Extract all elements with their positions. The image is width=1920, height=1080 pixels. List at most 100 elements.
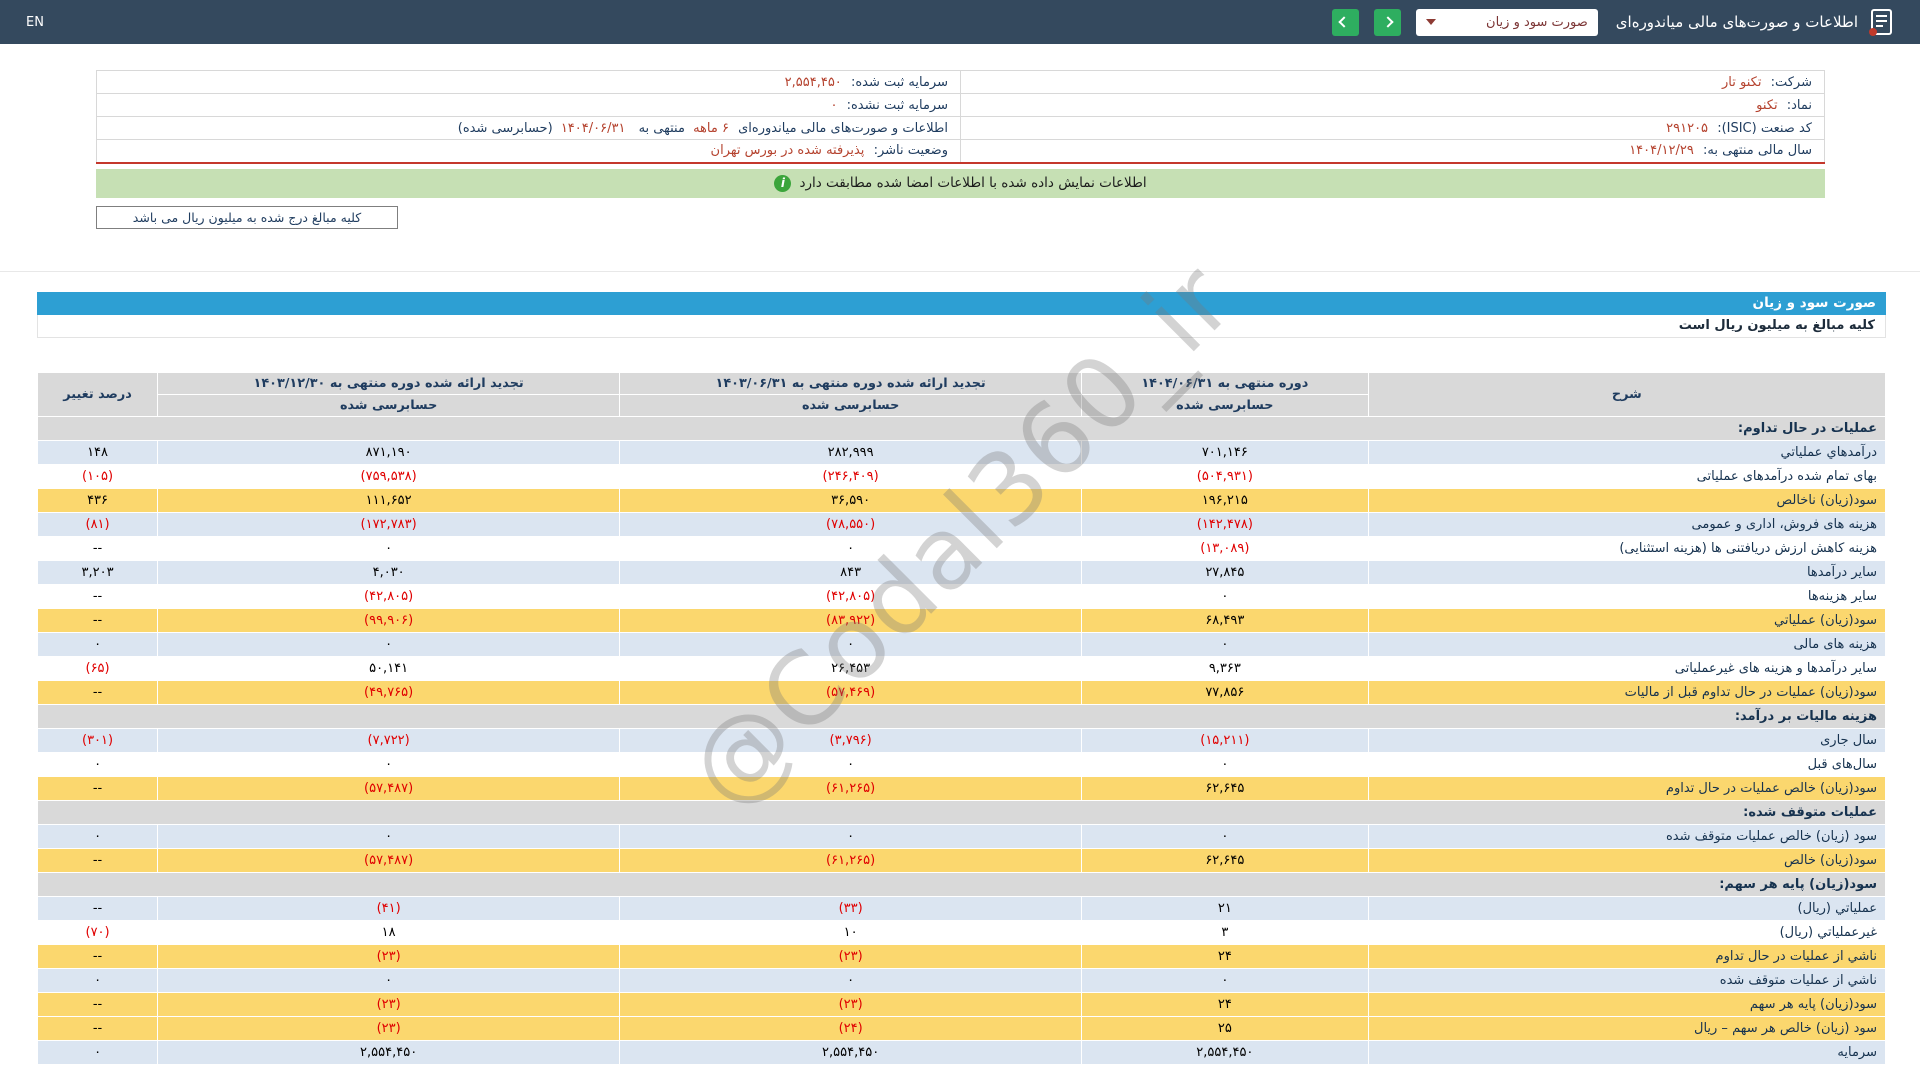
row-description: سرمایه — [1368, 1040, 1885, 1064]
ticker-value: تکنو — [1756, 98, 1777, 113]
fiscal-year-label: سال مالی منتهی به: — [1703, 143, 1812, 158]
table-row: ناشي از عملیات در حال تداوم ۲۴ (۲۳) (۲۳)… — [38, 944, 1886, 968]
info-circle-icon: i — [774, 175, 791, 192]
row-description: سود(زیان) خالص عملیات در حال تداوم — [1368, 776, 1885, 800]
table-row: سایر هزینه‌ها ۰ (۴۲,۸۰۵) (۴۲,۸۰۵) -- — [38, 584, 1886, 608]
value-restated-1403-12: (۷۵۹,۵۳۸) — [158, 464, 620, 488]
value-restated-1403-12: ۱۱۱,۶۵۲ — [158, 488, 620, 512]
value-restated-1403-12: ۰ — [158, 632, 620, 656]
value-restated-1403-06: ۰ — [620, 632, 1082, 656]
value-change-percent: -- — [38, 896, 158, 920]
value-change-percent: -- — [38, 680, 158, 704]
period-cell: اطلاعات و صورت‌های مالی میاندوره‌ای ۶ ما… — [97, 117, 961, 140]
value-current-period: ۰ — [1082, 584, 1368, 608]
issuer-status-label: وضعیت ناشر: — [874, 143, 948, 158]
nav-previous-button[interactable] — [1332, 9, 1359, 36]
value-change-percent: -- — [38, 1016, 158, 1040]
value-restated-1403-12: ۲,۵۵۴,۴۵۰ — [158, 1040, 620, 1064]
value-restated-1403-12: (۲۳) — [158, 1016, 620, 1040]
value-change-percent: ۰ — [38, 632, 158, 656]
value-current-period: ۲۴ — [1082, 992, 1368, 1016]
value-restated-1403-06: ۳۶,۵۹۰ — [620, 488, 1082, 512]
row-description: درآمدهاي عملياتي — [1368, 440, 1885, 464]
row-description: هزینه های فروش، اداری و عمومی — [1368, 512, 1885, 536]
value-current-period: ۷۷,۸۵۶ — [1082, 680, 1368, 704]
value-current-period: ۷۰۱,۱۴۶ — [1082, 440, 1368, 464]
statement-unit-note: کلیه مبالغ به میلیون ریال است — [37, 315, 1886, 338]
value-change-percent: (۳۰۱) — [38, 728, 158, 752]
value-change-percent: -- — [38, 944, 158, 968]
statement-type-select[interactable]: صورت سود و زیان — [1416, 9, 1598, 36]
value-restated-1403-12: ۱۸ — [158, 920, 620, 944]
value-change-percent: (۱۰۵) — [38, 464, 158, 488]
section-label: عملیات در حال تداوم: — [38, 416, 1886, 440]
value-restated-1403-12: (۱۷۲,۷۸۳) — [158, 512, 620, 536]
value-change-percent: (۸۱) — [38, 512, 158, 536]
value-restated-1403-12: (۹۹,۹۰۶) — [158, 608, 620, 632]
period-ending-label: منتهی به — [639, 121, 685, 136]
value-change-percent: (۶۵) — [38, 656, 158, 680]
ticker-cell: نماد: تکنو — [961, 94, 1825, 117]
value-current-period: (۱۵,۲۱۱) — [1082, 728, 1368, 752]
table-row: بهای تمام شده درآمدهای عملیاتی (۵۰۴,۹۳۱)… — [38, 464, 1886, 488]
unregistered-capital-label: سرمایه ثبت نشده: — [847, 98, 948, 113]
table-row: سود(زیان) عملیات در حال تداوم قبل از مال… — [38, 680, 1886, 704]
value-restated-1403-12: (۵۷,۴۸۷) — [158, 776, 620, 800]
section-divider — [0, 271, 1920, 272]
company-row: شرکت: تکنو تار سرمایه ثبت شده: ۲,۵۵۴,۴۵۰ — [97, 71, 1825, 94]
table-row: هزینه های مالی ۰ ۰ ۰ ۰ — [38, 632, 1886, 656]
table-row: سود(زیان) خالص عملیات در حال تداوم ۶۲,۶۴… — [38, 776, 1886, 800]
header-restated-1403-06: تجدید ارائه شده دوره منتهی به ۱۴۰۳/۰۶/۳۱ — [620, 372, 1082, 394]
period-ending-date: ۱۴۰۴/۰۶/۳۱ — [561, 121, 626, 136]
value-restated-1403-12: ۰ — [158, 824, 620, 848]
value-restated-1403-06: ۰ — [620, 824, 1082, 848]
table-row: سایر درآمدها ۲۷,۸۴۵ ۸۴۳ ۴,۰۳۰ ۳,۲۰۳ — [38, 560, 1886, 584]
page-title: اطلاعات و صورت‌های مالی میاندوره‌ای — [1616, 13, 1858, 31]
table-row: سرمایه ۲,۵۵۴,۴۵۰ ۲,۵۵۴,۴۵۰ ۲,۵۵۴,۴۵۰ ۰ — [38, 1040, 1886, 1064]
value-current-period: (۱۴۲,۴۷۸) — [1082, 512, 1368, 536]
amounts-unit-box: کلیه مبالغ درج شده به میلیون ریال می باش… — [96, 206, 398, 229]
statement-title-bar: صورت سود و زیان — [37, 292, 1886, 315]
value-change-percent: ۰ — [38, 1040, 158, 1064]
period-label: اطلاعات و صورت‌های مالی میاندوره‌ای — [738, 121, 948, 136]
value-restated-1403-06: (۳۳) — [620, 896, 1082, 920]
company-info-section: شرکت: تکنو تار سرمایه ثبت شده: ۲,۵۵۴,۴۵۰… — [96, 70, 1825, 229]
subheader-audited: حسابرسی شده — [620, 394, 1082, 416]
row-description: سود(زیان) ناخالص — [1368, 488, 1885, 512]
value-restated-1403-06: ۰ — [620, 968, 1082, 992]
subheader-audited: حسابرسی شده — [158, 394, 620, 416]
value-change-percent: ۰ — [38, 968, 158, 992]
language-toggle[interactable]: EN — [26, 15, 44, 30]
signature-match-banner: اطلاعات نمایش داده شده با اطلاعات امضا ش… — [96, 169, 1825, 198]
row-description: بهای تمام شده درآمدهای عملیاتی — [1368, 464, 1885, 488]
row-description: سال‌های قبل — [1368, 752, 1885, 776]
table-row: سود(زیان) عملیاتي ۶۸,۴۹۳ (۸۳,۹۲۲) (۹۹,۹۰… — [38, 608, 1886, 632]
table-row: هزینه های فروش، اداری و عمومی (۱۴۲,۴۷۸) … — [38, 512, 1886, 536]
value-current-period: ۰ — [1082, 752, 1368, 776]
registered-capital-cell: سرمایه ثبت شده: ۲,۵۵۴,۴۵۰ — [97, 71, 961, 94]
row-description: سود(زیان) عملیات در حال تداوم قبل از مال… — [1368, 680, 1885, 704]
value-restated-1403-06: ۲,۵۵۴,۴۵۰ — [620, 1040, 1082, 1064]
isic-cell: کد صنعت (ISIC): ۲۹۱۲۰۵ — [961, 117, 1825, 140]
value-current-period: ۶۲,۶۴۵ — [1082, 776, 1368, 800]
income-statement-section: @Codal360_ir صورت سود و زیان کلیه مبالغ … — [37, 292, 1886, 1065]
value-change-percent: ۰ — [38, 824, 158, 848]
table-row: سایر درآمدها و هزینه های غیرعملیاتی ۹,۳۶… — [38, 656, 1886, 680]
value-restated-1403-12: (۴۹,۷۶۵) — [158, 680, 620, 704]
value-current-period: (۵۰۴,۹۳۱) — [1082, 464, 1368, 488]
company-name-cell: شرکت: تکنو تار — [961, 71, 1825, 94]
isic-label: کد صنعت (ISIC): — [1717, 121, 1812, 136]
section-label: سود(زیان) پایه هر سهم: — [38, 872, 1886, 896]
value-restated-1403-12: (۴۲,۸۰۵) — [158, 584, 620, 608]
table-section-row: عملیات متوقف شده: — [38, 800, 1886, 824]
nav-next-button[interactable] — [1374, 9, 1401, 36]
row-description: سود(زیان) عملیاتي — [1368, 608, 1885, 632]
income-statement-table: شرح دوره منتهی به ۱۴۰۴/۰۶/۳۱ تجدید ارائه… — [37, 372, 1886, 1065]
value-current-period: ۲۱ — [1082, 896, 1368, 920]
value-restated-1403-06: (۳,۷۹۶) — [620, 728, 1082, 752]
value-current-period: ۶۸,۴۹۳ — [1082, 608, 1368, 632]
table-section-row: سود(زیان) پایه هر سهم: — [38, 872, 1886, 896]
value-change-percent: -- — [38, 536, 158, 560]
value-current-period: ۲,۵۵۴,۴۵۰ — [1082, 1040, 1368, 1064]
row-description: سایر درآمدها و هزینه های غیرعملیاتی — [1368, 656, 1885, 680]
